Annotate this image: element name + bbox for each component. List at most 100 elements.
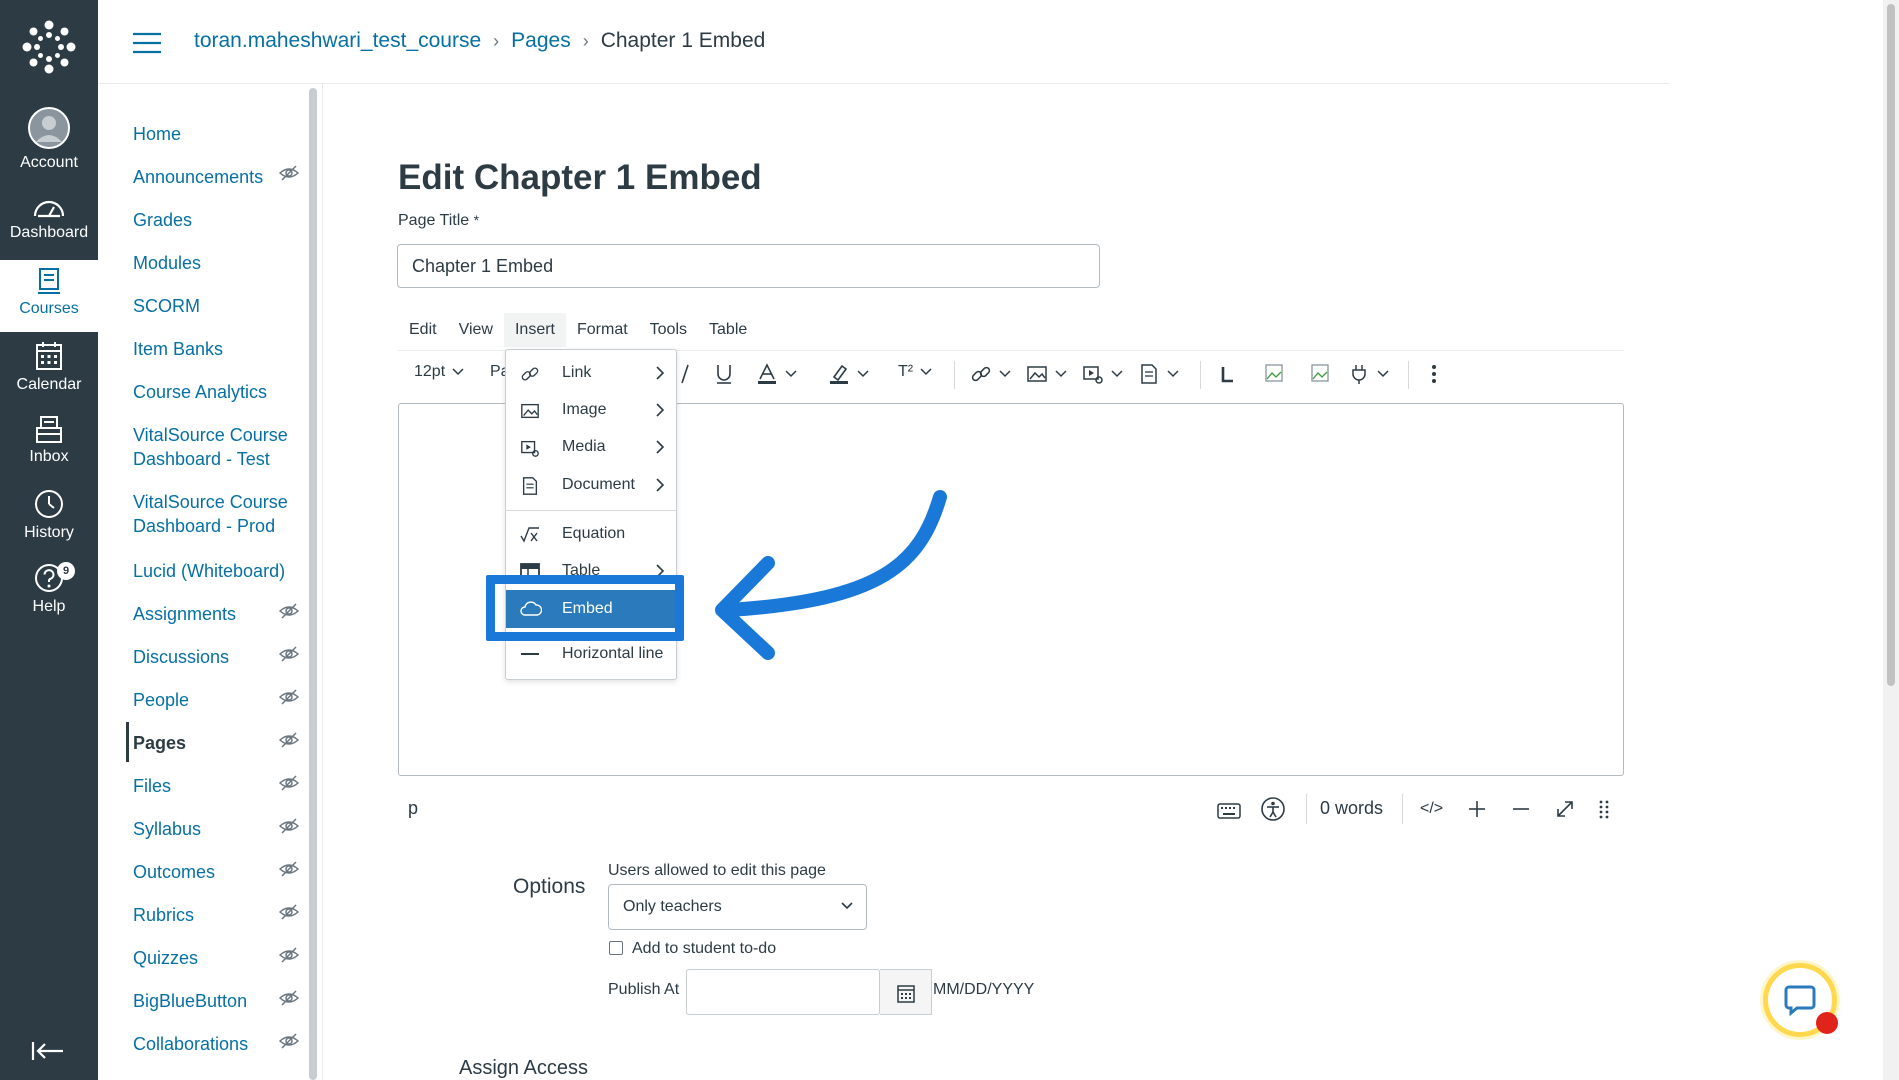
calendar-picker-button[interactable]	[880, 969, 932, 1015]
hidden-eye-icon	[279, 646, 299, 662]
nav-history[interactable]: History	[0, 488, 98, 560]
page-scrollbar[interactable]	[1883, 0, 1899, 1080]
nav-calendar[interactable]: Calendar	[0, 340, 98, 412]
course-nav-modules[interactable]: Modules	[133, 251, 305, 275]
chevron-down-icon	[785, 370, 797, 378]
italic-button[interactable]	[678, 363, 692, 385]
document-icon	[1141, 364, 1157, 384]
divider	[322, 84, 323, 1080]
insert-menu-image[interactable]: Image	[506, 392, 676, 428]
nav-dashboard[interactable]: Dashboard	[0, 196, 98, 268]
nav-help[interactable]: 9 Help	[0, 562, 98, 634]
media-button[interactable]	[1082, 363, 1126, 385]
courses-icon	[38, 268, 60, 294]
insert-menu-document[interactable]: Document	[506, 467, 676, 503]
menu-insert[interactable]: Insert	[503, 313, 566, 347]
broken-image-icon	[1311, 364, 1329, 382]
calendar-icon	[897, 985, 915, 1003]
hidden-eye-icon	[279, 165, 299, 181]
apps-button[interactable]	[1348, 363, 1392, 385]
chevron-right-icon	[656, 440, 665, 454]
underline-button[interactable]	[714, 363, 734, 385]
zoom-out-icon[interactable]	[1510, 798, 1532, 820]
nav-inbox[interactable]: Inbox	[0, 414, 98, 486]
course-nav-grades[interactable]: Grades	[133, 208, 305, 232]
equation-icon	[520, 527, 539, 543]
breadcrumb: toran.maheshwari_test_course › Pages › C…	[194, 29, 765, 53]
chevron-down-icon	[1055, 370, 1067, 378]
course-nav-item-banks[interactable]: Item Banks	[133, 337, 305, 361]
course-nav-lucid[interactable]: Lucid (Whiteboard)	[133, 559, 305, 583]
font-size-select[interactable]: 12pt	[414, 363, 467, 381]
global-nav: Account Dashboard Courses Calendar Inbox…	[0, 0, 98, 1080]
nav-account[interactable]: Account	[0, 106, 98, 178]
chat-bubble-icon	[1784, 985, 1816, 1017]
chevron-down-icon	[857, 370, 869, 378]
chevron-down-icon	[1111, 370, 1123, 378]
more-vertical-icon	[1432, 365, 1436, 383]
highlight-color-button[interactable]	[828, 363, 872, 385]
course-nav-home[interactable]: Home	[133, 122, 305, 146]
html-editor-toggle[interactable]: </>	[1420, 800, 1443, 818]
collapse-nav-icon[interactable]	[30, 1040, 66, 1062]
resize-handle-icon[interactable]	[1598, 798, 1610, 820]
lti-image-button[interactable]	[1310, 363, 1330, 383]
lti-tool-button[interactable]	[1218, 363, 1238, 385]
text-color-button[interactable]	[756, 363, 800, 385]
student-todo-checkbox[interactable]	[609, 941, 623, 955]
course-nav-scrollbar[interactable]	[309, 88, 317, 1080]
keyboard-icon[interactable]	[1216, 798, 1242, 820]
nav-courses[interactable]: Courses	[0, 260, 98, 332]
breadcrumb-current: Chapter 1 Embed	[600, 29, 766, 52]
superscript-button[interactable]: T²	[898, 363, 935, 381]
insert-menu-horizontal-line[interactable]: Horizontal line	[506, 636, 676, 672]
menu-edit[interactable]: Edit	[398, 313, 448, 347]
course-nav-vitalsource-test[interactable]: VitalSource Course Dashboard - Test	[133, 423, 305, 471]
course-nav-course-analytics[interactable]: Course Analytics	[133, 380, 305, 404]
insert-menu-image-label: Image	[562, 401, 607, 418]
document-button[interactable]	[1138, 363, 1182, 385]
image-button[interactable]	[1026, 363, 1070, 385]
horizontal-line-icon	[521, 653, 539, 655]
nav-courses-label: Courses	[19, 300, 79, 317]
menu-tools[interactable]: Tools	[639, 313, 698, 347]
accessibility-icon[interactable]	[1260, 796, 1286, 822]
chevron-down-icon	[999, 370, 1011, 378]
link-button[interactable]	[970, 363, 1014, 385]
options-heading: Options	[513, 875, 586, 898]
breadcrumb-course[interactable]: toran.maheshwari_test_course	[194, 29, 481, 53]
zoom-in-icon[interactable]	[1466, 798, 1488, 820]
toolbar-divider	[954, 361, 955, 389]
canvas-logo-icon[interactable]	[22, 20, 76, 74]
insert-menu-document-label: Document	[562, 476, 635, 493]
chat-widget-button[interactable]	[1763, 963, 1838, 1037]
insert-menu-horizontal-line-label: Horizontal line	[562, 645, 664, 662]
lti-image-button[interactable]	[1264, 363, 1284, 383]
element-path[interactable]: p	[408, 798, 418, 819]
hamburger-menu-icon[interactable]	[132, 32, 162, 54]
edit-permission-select[interactable]: Only teachers	[608, 884, 867, 930]
menu-format[interactable]: Format	[566, 313, 639, 347]
fullscreen-icon[interactable]	[1554, 798, 1576, 820]
course-nav-scorm[interactable]: SCORM	[133, 294, 305, 318]
chevron-down-icon	[1377, 370, 1389, 378]
page-scrollbar-thumb[interactable]	[1887, 4, 1895, 686]
insert-menu-equation[interactable]: Equation	[506, 516, 676, 552]
insert-menu-media[interactable]: Media	[506, 429, 676, 465]
publish-at-input[interactable]	[686, 969, 880, 1015]
chevron-right-icon	[656, 366, 665, 380]
notification-dot	[1816, 1012, 1838, 1034]
menu-view[interactable]: View	[448, 313, 504, 347]
page-title: Edit Chapter 1 Embed	[398, 158, 762, 197]
course-nav-vitalsource-prod[interactable]: VitalSource Course Dashboard - Prod	[133, 490, 305, 538]
nav-history-label: History	[24, 524, 74, 541]
insert-menu-link[interactable]: Link	[506, 355, 676, 391]
assign-access-heading: Assign Access	[459, 1057, 588, 1079]
more-options-button[interactable]	[1428, 363, 1440, 385]
word-count[interactable]: 0 words	[1320, 798, 1383, 819]
page-title-input[interactable]	[397, 244, 1100, 288]
menu-table[interactable]: Table	[698, 313, 758, 347]
insert-menu-table[interactable]: Table	[506, 553, 676, 577]
breadcrumb-pages[interactable]: Pages	[511, 29, 571, 53]
nav-dashboard-label: Dashboard	[9, 224, 89, 241]
